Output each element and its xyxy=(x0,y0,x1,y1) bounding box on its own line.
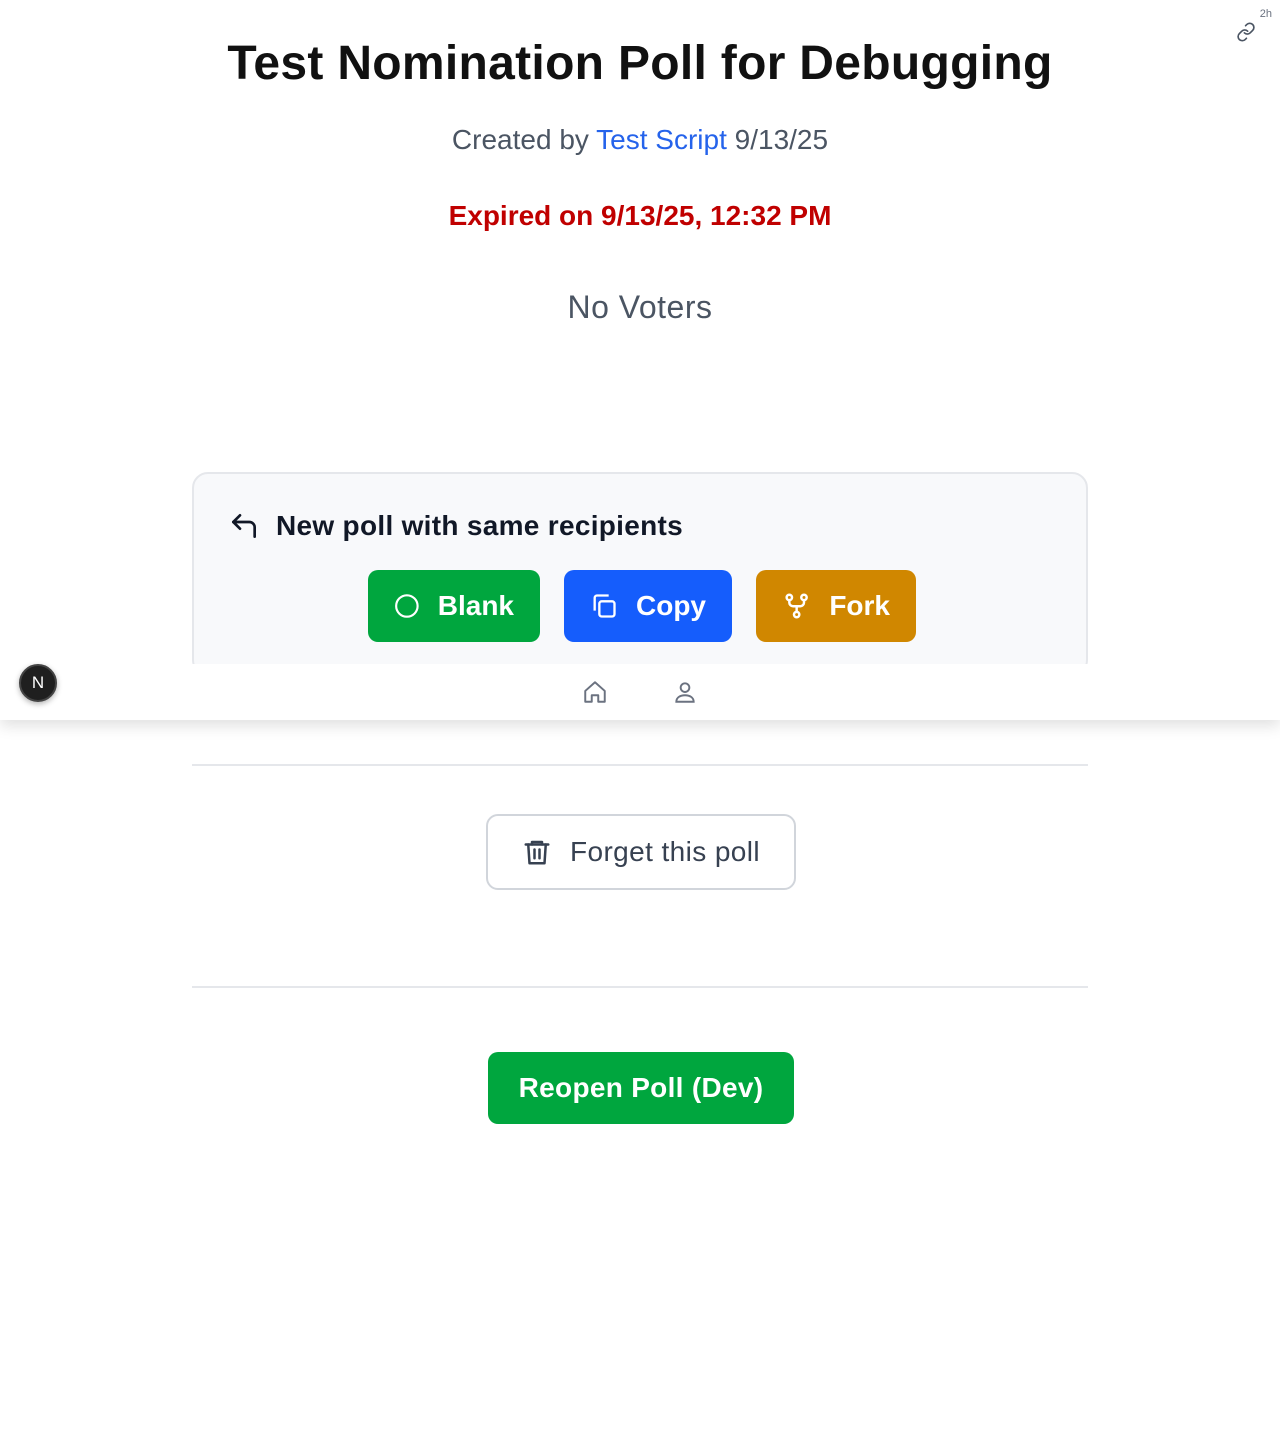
divider xyxy=(192,986,1088,988)
blank-button[interactable]: Blank xyxy=(368,570,540,642)
fork-button[interactable]: Fork xyxy=(756,570,916,642)
circle-icon xyxy=(395,594,419,618)
user-icon[interactable] xyxy=(672,679,698,705)
expired-status: Expired on 9/13/25, 12:32 PM xyxy=(448,200,832,231)
home-icon[interactable] xyxy=(582,679,608,705)
voters-status: No Voters xyxy=(567,289,713,325)
copy-button[interactable]: Copy xyxy=(564,570,732,642)
bottom-nav xyxy=(192,664,1088,720)
new-poll-buttons: Blank Copy Fork xyxy=(194,570,1090,642)
trash-icon xyxy=(524,840,550,865)
reply-arrow-icon xyxy=(232,514,256,538)
new-poll-heading-text: New poll with same recipients xyxy=(276,510,684,541)
blank-button-label: Blank xyxy=(437,590,514,621)
new-poll-card: New poll with same recipients Blank Copy… xyxy=(192,472,1088,676)
created-prefix: Created by xyxy=(451,124,589,155)
page-title: Test Nomination Poll for Debugging xyxy=(227,37,1053,90)
forget-poll-button[interactable]: Forget this poll xyxy=(486,814,796,890)
copy-icon xyxy=(593,594,616,618)
divider xyxy=(192,764,1088,766)
new-poll-heading: New poll with same recipients xyxy=(228,510,683,542)
fork-button-label: Fork xyxy=(829,590,890,621)
poll-header-panel: 2h Test Nomination Poll for Debugging Cr… xyxy=(0,0,1280,720)
creator-link[interactable]: Test Script xyxy=(596,124,727,155)
age-badge: 2h xyxy=(1259,8,1272,20)
fork-icon xyxy=(785,593,808,619)
copy-button-label: Copy xyxy=(636,590,706,621)
created-by-line: Created by Test Script 9/13/25 xyxy=(0,124,1280,156)
reopen-poll-button[interactable]: Reopen Poll (Dev) xyxy=(488,1052,794,1124)
created-date: 9/13/25 xyxy=(734,124,829,155)
dev-tools-badge[interactable]: N xyxy=(19,664,57,702)
forget-poll-label: Forget this poll xyxy=(569,836,761,867)
